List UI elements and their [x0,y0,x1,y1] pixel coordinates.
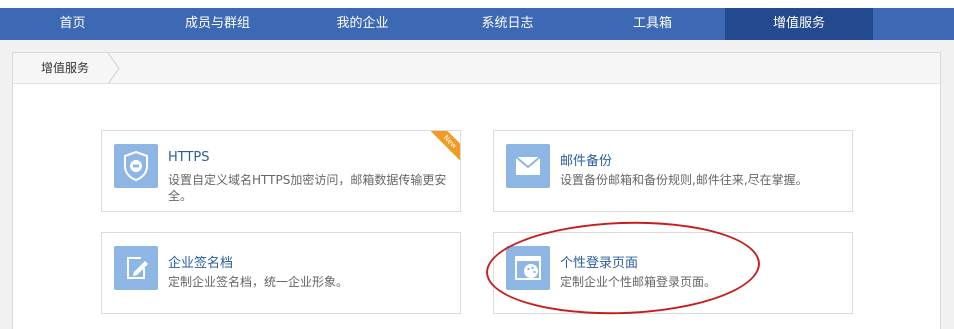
nav-value-added-services[interactable]: 增值服务 [725,8,873,40]
new-badge: New [431,131,460,160]
card-title: 个性登录页面 [560,256,639,271]
palette-icon [506,246,550,290]
service-card-login-page[interactable]: 个性登录页面 定制企业个性邮箱登录页面。 [493,232,853,314]
top-strip [0,0,954,8]
main-nav: 首页 成员与群组 我的企业 系统日志 工具箱 增值服务 [0,8,954,40]
service-card-signature[interactable]: 企业签名档 定制企业签名档，统一企业形象。 [101,232,461,314]
nav-home[interactable]: 首页 [0,8,145,40]
card-description: 设置自定义域名HTTPS加密访问，邮箱数据传输更安全。 [168,173,447,203]
card-description: 定制企业个性邮箱登录页面。 [560,275,717,289]
nav-my-enterprise[interactable]: 我的企业 [290,8,435,40]
card-title: HTTPS [168,150,210,165]
nav-system-log[interactable]: 系统日志 [435,8,580,40]
edit-signature-icon [114,246,158,290]
card-description: 设置备份邮箱和备份规则,邮件往来,尽在掌握。 [560,173,808,187]
shield-icon [114,144,158,188]
breadcrumb-separator-icon [107,53,120,84]
mail-icon [506,144,550,188]
nav-filler [873,8,954,40]
service-card-mail-backup[interactable]: 邮件备份 设置备份邮箱和备份规则,邮件往来,尽在掌握。 [493,130,853,212]
nav-members-groups[interactable]: 成员与群组 [145,8,290,40]
card-description: 定制企业签名档，统一企业形象。 [168,275,349,289]
nav-toolbox[interactable]: 工具箱 [580,8,725,40]
card-title: 邮件备份 [560,154,613,169]
breadcrumb-bar: 增值服务 [13,53,940,84]
card-title: 企业签名档 [168,256,234,271]
service-card-https[interactable]: HTTPS 设置自定义域名HTTPS加密访问，邮箱数据传输更安全。 New [101,130,461,212]
breadcrumb-item[interactable]: 增值服务 [13,53,113,84]
